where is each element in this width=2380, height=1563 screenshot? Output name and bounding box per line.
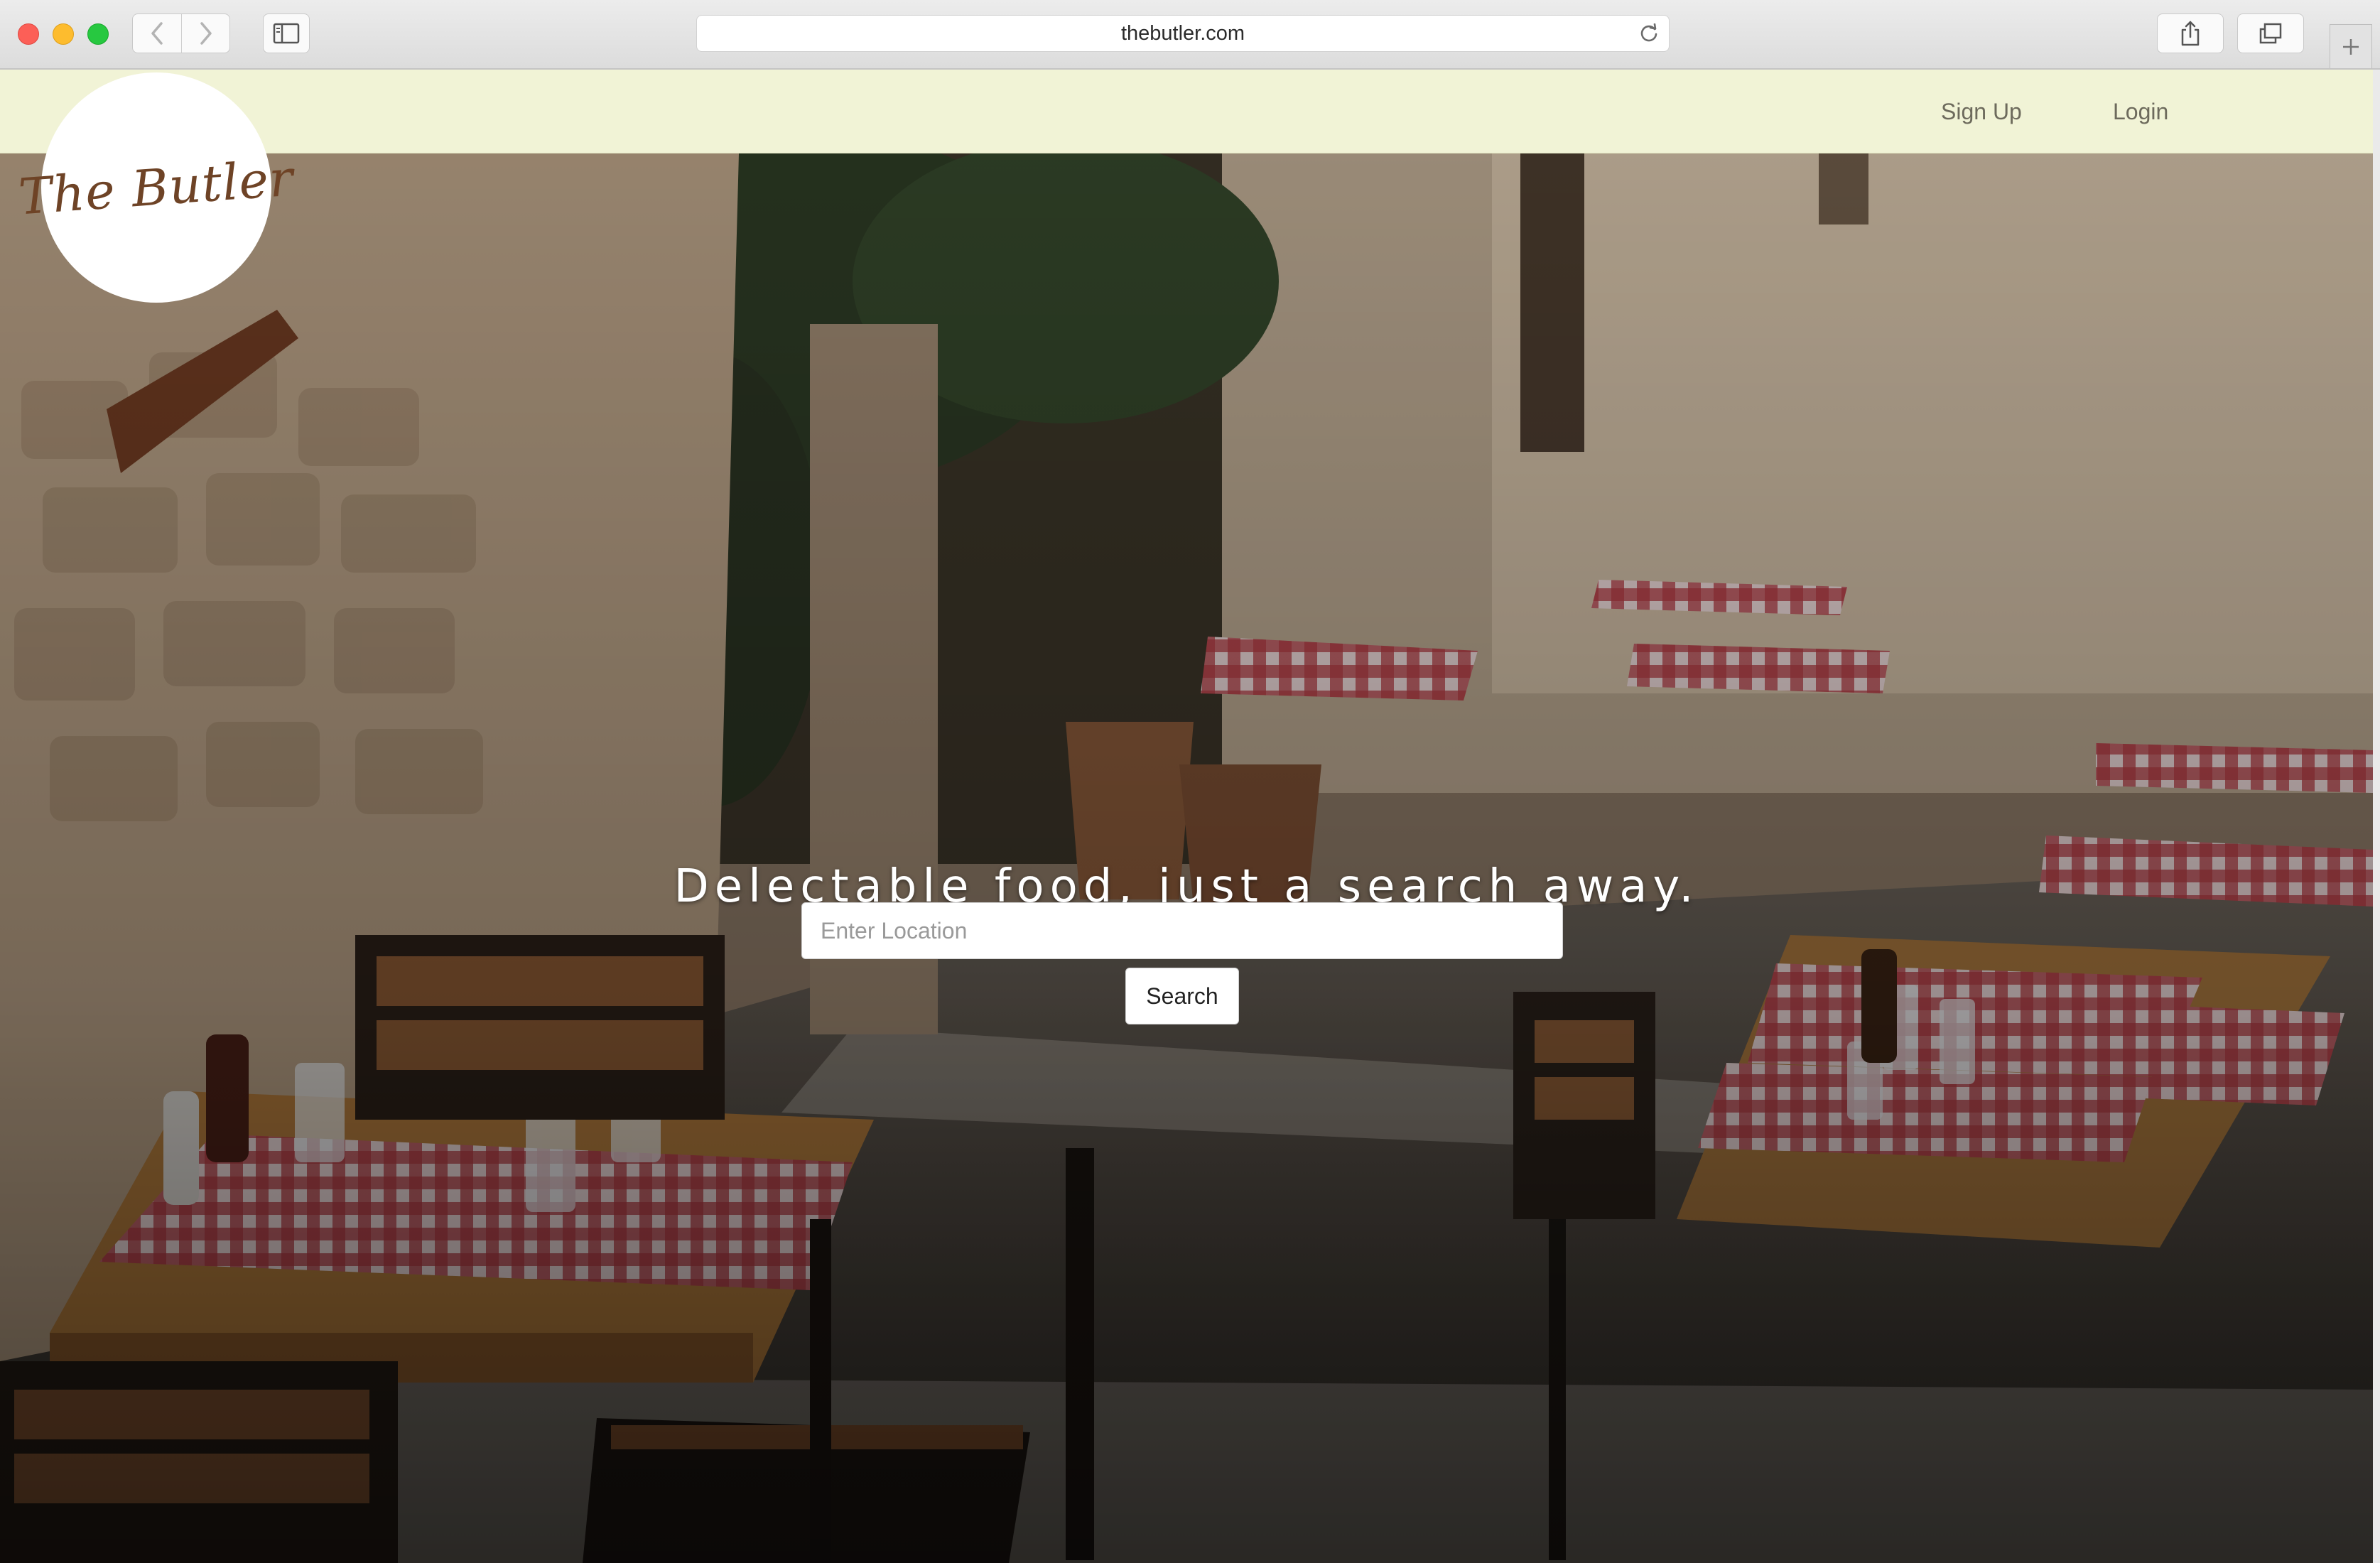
show-tabs-button[interactable] <box>2237 13 2304 53</box>
zoom-window-button[interactable] <box>87 23 109 45</box>
site-navbar: Sign Up Login <box>0 70 2373 153</box>
logo-text: The Butler <box>16 148 296 227</box>
search-button[interactable]: Search <box>1125 968 1239 1024</box>
chevron-right-icon <box>200 22 212 45</box>
chevron-left-icon <box>151 22 163 45</box>
history-nav <box>132 13 230 53</box>
page-viewport: Delectable food, just a search away. Sea… <box>0 70 2373 1563</box>
sidebar-toggle-button[interactable] <box>263 13 310 53</box>
location-search-input[interactable] <box>801 902 1563 959</box>
plus-icon <box>2343 38 2359 55</box>
window-edge <box>2373 70 2380 1563</box>
new-tab-button[interactable] <box>2330 24 2372 68</box>
tabs-icon <box>2259 23 2282 44</box>
hero-section: Delectable food, just a search away. Sea… <box>0 153 2373 1563</box>
login-link[interactable]: Login <box>2113 70 2168 153</box>
share-icon <box>2181 21 2200 46</box>
browser-toolbar: thebutler.com <box>0 0 2380 70</box>
address-bar[interactable]: thebutler.com <box>696 15 1670 52</box>
sign-up-link[interactable]: Sign Up <box>1941 70 2022 153</box>
restaurant-patio-photo <box>0 153 2373 1563</box>
forward-button[interactable] <box>182 14 230 53</box>
close-window-button[interactable] <box>18 23 39 45</box>
back-button[interactable] <box>133 14 181 53</box>
minimize-window-button[interactable] <box>53 23 74 45</box>
site-logo[interactable]: The Butler <box>17 72 296 303</box>
address-url: thebutler.com <box>1120 22 1245 45</box>
sidebar-icon <box>273 23 300 44</box>
share-button[interactable] <box>2157 13 2224 53</box>
reload-icon[interactable] <box>1639 23 1659 43</box>
